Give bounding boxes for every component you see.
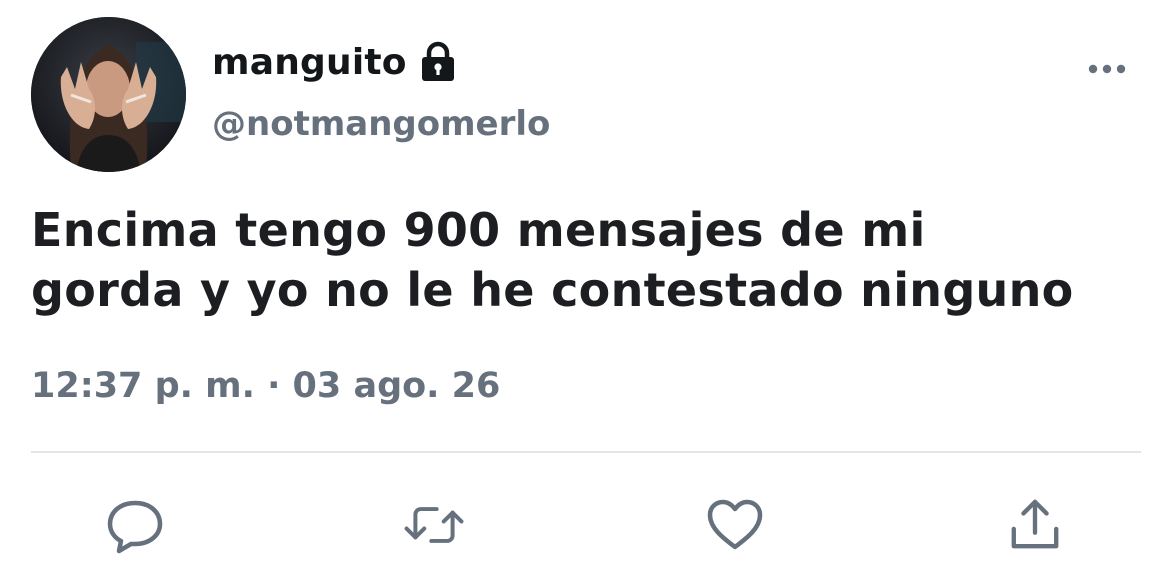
avatar[interactable] — [31, 17, 186, 172]
user-handle[interactable]: @notmangomerlo — [212, 104, 550, 144]
share-icon — [1011, 499, 1059, 549]
tweet-card: manguito @notmangomerlo Encima tengo 900… — [0, 0, 1170, 588]
more-dots-icon — [1088, 64, 1126, 74]
tweet-text-line: Encima tengo 900 mensajes de mi — [31, 203, 926, 257]
avatar-image — [31, 17, 186, 172]
divider — [31, 451, 1141, 453]
reply-button[interactable] — [104, 494, 166, 556]
lock-icon — [419, 41, 457, 83]
reply-icon — [107, 500, 163, 554]
more-options-button[interactable] — [1080, 52, 1134, 86]
share-button[interactable] — [1004, 494, 1066, 556]
tweet-text-line: gorda y yo no le he contestado ninguno — [31, 263, 1074, 317]
retweet-icon — [404, 507, 464, 543]
display-name: manguito — [212, 41, 407, 83]
like-button[interactable] — [704, 494, 766, 556]
tweet-timestamp[interactable]: 12:37 p. m. · 03 ago. 26 — [31, 366, 500, 406]
retweet-button[interactable] — [403, 494, 465, 556]
display-name-link[interactable]: manguito — [212, 36, 457, 88]
tweet-text: Encima tengo 900 mensajes de mi gorda y … — [31, 200, 1151, 320]
heart-icon — [707, 499, 763, 550]
